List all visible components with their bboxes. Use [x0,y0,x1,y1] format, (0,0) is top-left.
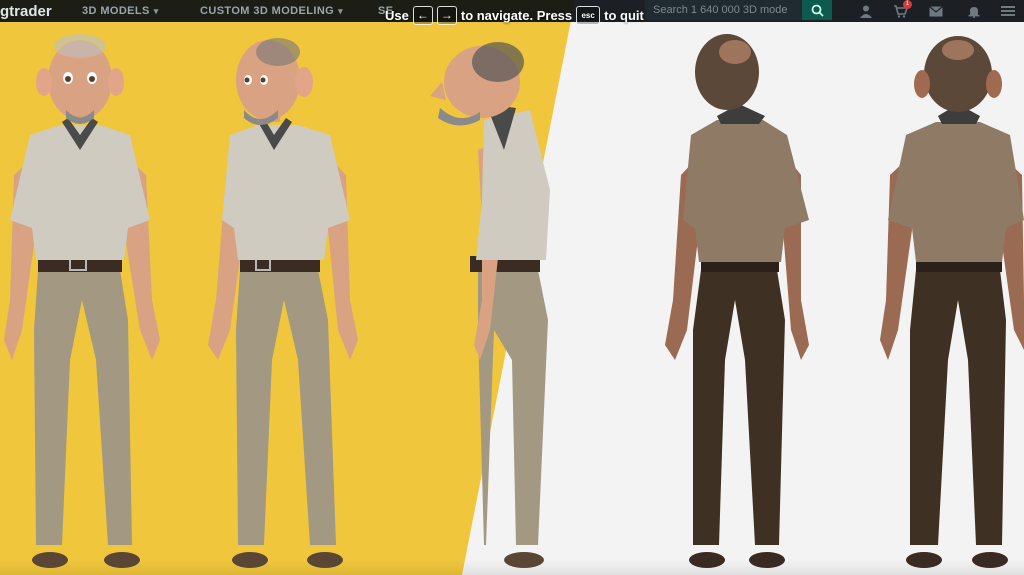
nav-3d-models[interactable]: 3D MODELS ▾ [82,5,159,17]
preview-stage [0,0,1024,575]
chevron-down-icon: ▾ [338,6,344,16]
menu-button[interactable] [998,2,1018,20]
nav-label: 3D MODELS [82,5,150,17]
search-input[interactable]: Search 1 640 000 3D mode [645,0,802,20]
menu-icon [1001,6,1015,16]
hint-navigate-text: to navigate. Press [460,7,573,23]
character-back-view[interactable] [876,0,1024,575]
notifications-button[interactable] [964,2,984,20]
escape-key[interactable]: esc [576,5,601,25]
previous-image-key[interactable]: ← [412,5,433,25]
cart-button[interactable]: 1 [890,0,912,20]
cart-count-badge: 1 [903,0,912,9]
hint-quit-text: to quit [604,7,644,23]
character-back-quarter-view[interactable] [655,0,815,575]
nav-custom-3d-modeling[interactable]: CUSTOM 3D MODELING ▾ [200,5,343,17]
notification-icon [968,6,980,18]
navigation-hint: Use ← → to navigate. Press esc to quit [385,5,644,25]
chevron-down-icon: ▾ [153,6,159,16]
search-icon [811,4,824,17]
person-icon [860,5,872,18]
account-button[interactable] [856,2,876,20]
brand-logo[interactable]: gtrader [0,3,52,20]
character-front-view[interactable] [0,0,160,575]
search-button[interactable] [802,0,832,20]
character-side-view[interactable] [420,0,570,575]
mail-icon [929,5,943,16]
character-three-quarter-view[interactable] [200,0,360,575]
hint-use-text: Use [385,7,409,23]
messages-button[interactable] [926,2,946,20]
next-image-key[interactable]: → [436,5,457,25]
nav-label: CUSTOM 3D MODELING [200,5,335,17]
